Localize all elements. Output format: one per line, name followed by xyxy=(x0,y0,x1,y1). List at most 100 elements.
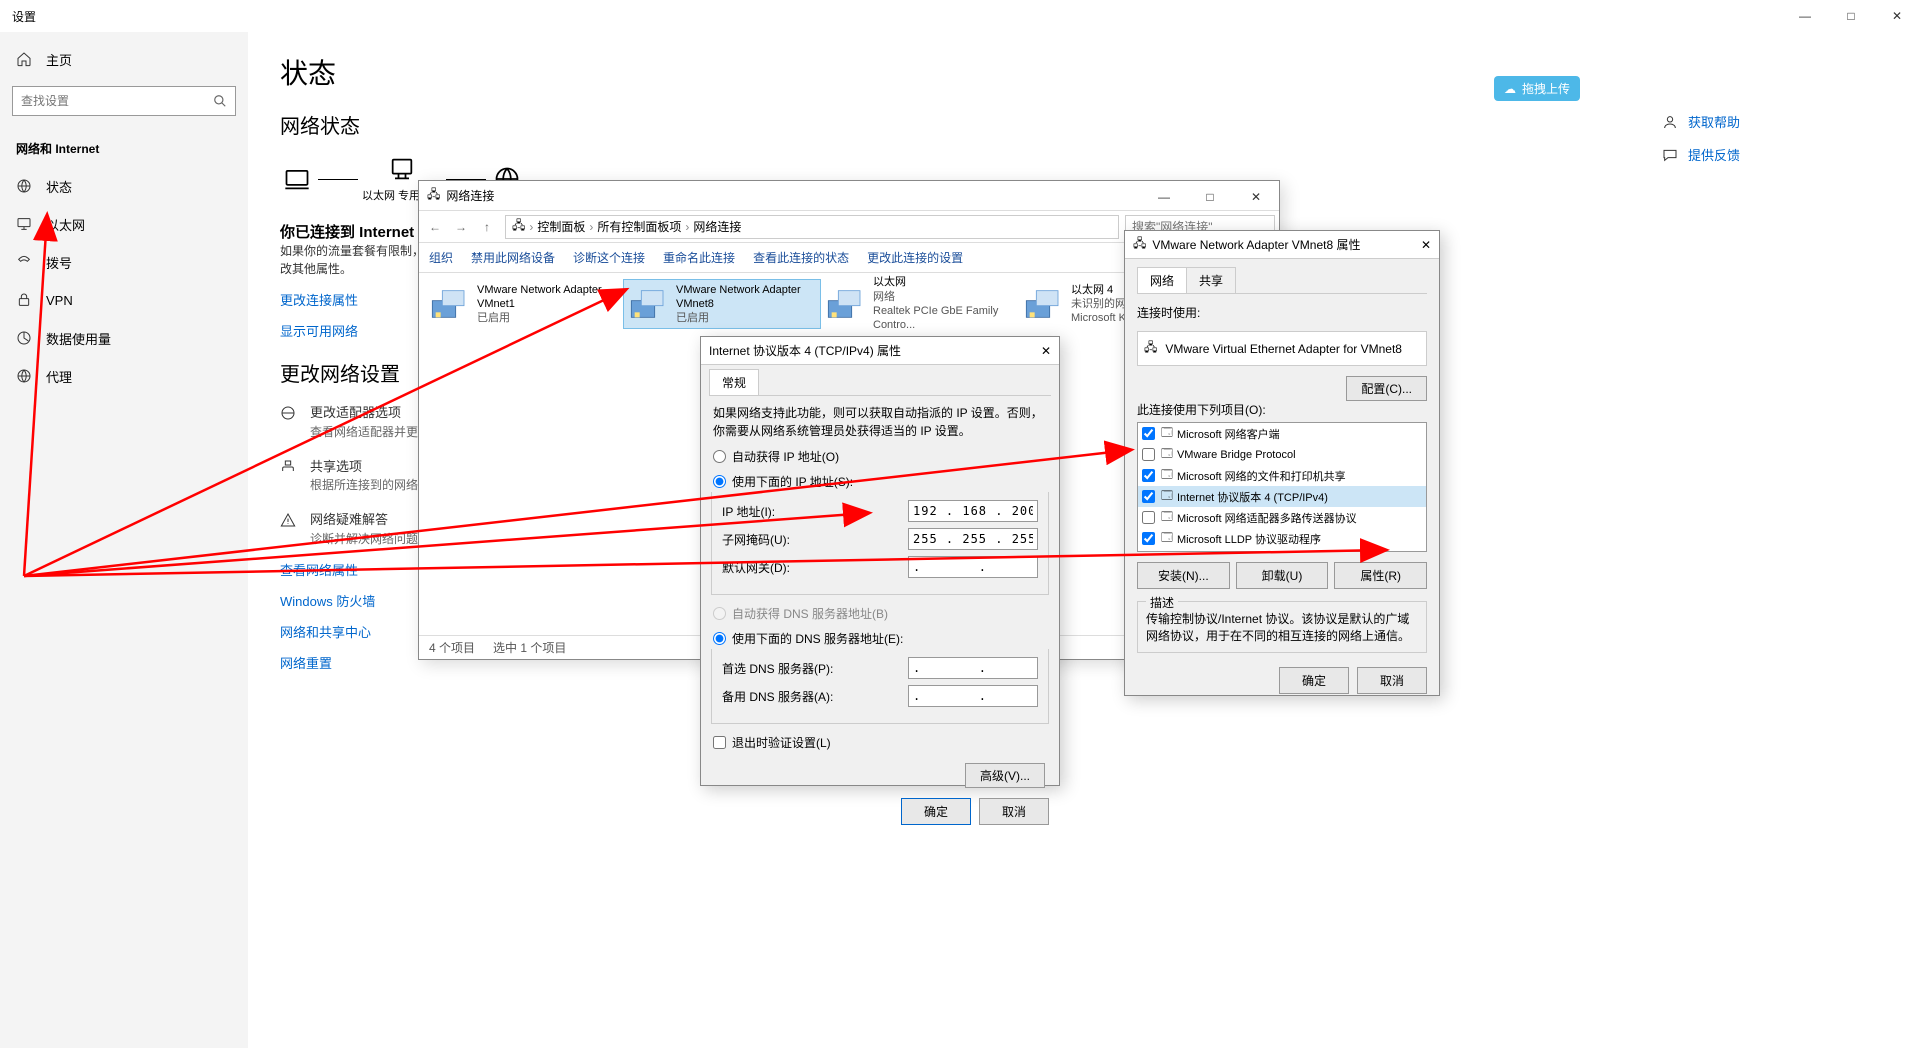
close-button[interactable]: ✕ xyxy=(1874,0,1920,32)
tab-network[interactable]: 网络 xyxy=(1137,267,1187,293)
explorer-minimize[interactable]: — xyxy=(1141,181,1187,213)
props-ok-button[interactable]: 确定 xyxy=(1279,667,1349,694)
nic-icon xyxy=(825,284,865,324)
maximize-button[interactable]: □ xyxy=(1828,0,1874,32)
validate-checkbox-row[interactable]: 退出时验证设置(L) xyxy=(713,734,1047,751)
sidebar-dialup[interactable]: 拨号 xyxy=(0,243,248,281)
subnet-mask-input[interactable] xyxy=(908,528,1038,550)
settings-titlebar: 设置 — □ ✕ xyxy=(0,0,1920,32)
minimize-button[interactable]: — xyxy=(1782,0,1828,32)
ipv4-cancel-button[interactable]: 取消 xyxy=(979,798,1049,825)
dns1-input[interactable] xyxy=(908,657,1038,679)
help-icon xyxy=(1662,114,1678,130)
protocol-icon: 🗔 xyxy=(1161,529,1173,548)
protocol-item[interactable]: 🗔 Internet 协议版本 6 (TCP/IPv6) xyxy=(1138,549,1426,552)
protocol-item[interactable]: 🗔 Microsoft LLDP 协议驱动程序 xyxy=(1138,528,1426,549)
properties-button[interactable]: 属性(R) xyxy=(1334,562,1427,589)
adapter-properties-dialog: 🖧 VMware Network Adapter VMnet8 属性 ✕ 网络 … xyxy=(1124,230,1440,696)
sidebar-data-usage[interactable]: 数据使用量 xyxy=(0,319,248,357)
explorer-close[interactable]: ✕ xyxy=(1233,181,1279,213)
warning-icon xyxy=(280,512,296,528)
tb-diagnose[interactable]: 诊断这个连接 xyxy=(573,249,645,266)
description-legend: 描述 xyxy=(1146,594,1178,611)
nic-icon xyxy=(429,284,469,324)
feedback-icon xyxy=(1662,147,1678,163)
cloud-icon: ☁ xyxy=(1504,82,1516,96)
adapter-name-box: 🖧 VMware Virtual Ethernet Adapter for VM… xyxy=(1137,331,1427,366)
network-icon: 🖧 xyxy=(427,185,440,206)
items-heading: 此连接使用下列项目(O): xyxy=(1137,401,1427,418)
ipv4-close[interactable]: ✕ xyxy=(1041,344,1051,358)
configure-button[interactable]: 配置(C)... xyxy=(1346,376,1427,401)
search-input[interactable] xyxy=(12,86,236,116)
up-button[interactable]: ↑ xyxy=(475,215,499,239)
protocol-icon: 🗔 xyxy=(1161,445,1173,464)
validate-checkbox[interactable] xyxy=(713,736,726,749)
advanced-button[interactable]: 高级(V)... xyxy=(965,763,1045,788)
section-status: 网络状态 xyxy=(280,110,1888,139)
network-icon: 🖧 xyxy=(512,216,525,237)
sidebar-vpn[interactable]: VPN xyxy=(0,281,248,319)
ip-label: IP 地址(I): xyxy=(722,503,775,520)
ip-address-input[interactable] xyxy=(908,500,1038,522)
props-close[interactable]: ✕ xyxy=(1421,238,1431,252)
sidebar-status[interactable]: 状态 xyxy=(0,167,248,205)
dns2-input[interactable] xyxy=(908,685,1038,707)
protocol-item[interactable]: 🗔 Internet 协议版本 4 (TCP/IPv4) xyxy=(1138,486,1426,507)
props-cancel-button[interactable]: 取消 xyxy=(1357,667,1427,694)
tb-disable[interactable]: 禁用此网络设备 xyxy=(471,249,555,266)
tab-share[interactable]: 共享 xyxy=(1186,267,1236,293)
radio-auto-ip[interactable]: 自动获得 IP 地址(O) xyxy=(713,448,1047,465)
install-button[interactable]: 安装(N)... xyxy=(1137,562,1230,589)
share-icon xyxy=(280,459,296,475)
vpn-icon xyxy=(16,292,32,308)
adapter-icon xyxy=(280,405,296,421)
sidebar-search[interactable] xyxy=(12,86,236,116)
uninstall-button[interactable]: 卸载(U) xyxy=(1236,562,1329,589)
gateway-input[interactable] xyxy=(908,556,1038,578)
protocol-item[interactable]: 🗔 Microsoft 网络客户端 xyxy=(1138,423,1426,444)
explorer-maximize[interactable]: □ xyxy=(1187,181,1233,213)
address-bar[interactable]: 🖧 › 控制面板 › 所有控制面板项 › 网络连接 xyxy=(505,215,1119,239)
explorer-title: 网络连接 xyxy=(446,187,494,204)
tab-general[interactable]: 常规 xyxy=(709,369,759,395)
ipv4-titlebar: Internet 协议版本 4 (TCP/IPv4) 属性 ✕ xyxy=(701,337,1059,365)
ipv4-ok-button[interactable]: 确定 xyxy=(901,798,971,825)
dns2-label: 备用 DNS 服务器(A): xyxy=(722,688,833,705)
protocol-item[interactable]: 🗔 VMware Bridge Protocol xyxy=(1138,444,1426,465)
forward-button[interactable]: → xyxy=(449,215,473,239)
back-button[interactable]: ← xyxy=(423,215,447,239)
adapter-name: VMware Virtual Ethernet Adapter for VMne… xyxy=(1165,342,1402,356)
feedback-link[interactable]: 提供反馈 xyxy=(1662,145,1740,164)
ipv4-title: Internet 协议版本 4 (TCP/IPv4) 属性 xyxy=(709,342,901,359)
router-icon xyxy=(385,155,419,183)
adapter-item[interactable]: VMware Network Adapter VMnet1已启用 xyxy=(425,279,623,329)
dialup-icon xyxy=(16,254,32,270)
items-list[interactable]: 🗔 Microsoft 网络客户端 🗔 VMware Bridge Protoc… xyxy=(1137,422,1427,552)
radio-manual-ip[interactable]: 使用下面的 IP 地址(S): xyxy=(713,473,1047,490)
item-count: 4 个项目 xyxy=(429,639,475,656)
protocol-item[interactable]: 🗔 Microsoft 网络适配器多路传送器协议 xyxy=(1138,507,1426,528)
description-text: 传输控制协议/Internet 协议。该协议是默认的广域网络协议，用于在不同的相… xyxy=(1146,610,1418,644)
nic-icon xyxy=(1023,284,1063,324)
settings-title: 设置 xyxy=(12,8,36,25)
tb-view-status[interactable]: 查看此连接的状态 xyxy=(753,249,849,266)
tb-organize[interactable]: 组织 xyxy=(429,249,453,266)
upload-button[interactable]: ☁ 拖拽上传 xyxy=(1494,76,1580,101)
sidebar-ethernet[interactable]: 以太网 xyxy=(0,205,248,243)
sidebar-category: 网络和 Internet xyxy=(0,132,248,167)
sidebar-home[interactable]: 主页 xyxy=(0,40,248,78)
protocol-item[interactable]: 🗔 Microsoft 网络的文件和打印机共享 xyxy=(1138,465,1426,486)
radio-auto-dns[interactable]: 自动获得 DNS 服务器地址(B) xyxy=(713,605,1047,622)
adapter-item[interactable]: VMware Network Adapter VMnet8已启用 xyxy=(623,279,821,329)
tb-change-settings[interactable]: 更改此连接的设置 xyxy=(867,249,963,266)
explorer-titlebar: 🖧 网络连接 — □ ✕ xyxy=(419,181,1279,211)
radio-manual-dns[interactable]: 使用下面的 DNS 服务器地址(E): xyxy=(713,630,1047,647)
get-help-link[interactable]: 获取帮助 xyxy=(1662,112,1740,131)
protocol-icon: 🗔 xyxy=(1161,424,1173,443)
tb-rename[interactable]: 重命名此连接 xyxy=(663,249,735,266)
protocol-icon: 🗔 xyxy=(1161,487,1173,506)
adapter-item[interactable]: 以太网网络Realtek PCIe GbE Family Contro... xyxy=(821,279,1019,329)
description-group: 描述 传输控制协议/Internet 协议。该协议是默认的广域网络协议，用于在不… xyxy=(1137,601,1427,653)
sidebar-proxy[interactable]: 代理 xyxy=(0,357,248,395)
